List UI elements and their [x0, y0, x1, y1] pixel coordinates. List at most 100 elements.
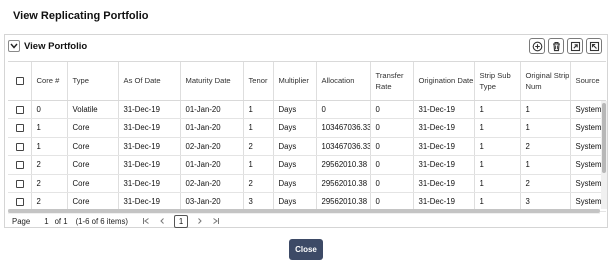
select-all-checkbox[interactable] [16, 77, 24, 86]
table-cell: 103467036.33 [316, 137, 371, 156]
table-cell: Days [273, 118, 317, 138]
vertical-scrollbar[interactable] [601, 101, 607, 209]
column-header[interactable]: Strip Sub Type [474, 62, 521, 101]
horizontal-scrollbar[interactable] [8, 209, 600, 214]
table-cell: 1 [520, 118, 571, 138]
row-checkbox-cell[interactable] [8, 137, 32, 156]
row-checkbox[interactable] [16, 105, 24, 114]
table-cell: 01-Jan-20 [180, 155, 244, 175]
column-header[interactable]: Source [570, 62, 606, 101]
table-row[interactable]: 2 Core 31-Dec-19 02-Jan-20 2 Days 29562010.38 0… [8, 174, 606, 193]
table-row[interactable]: 1 Core 31-Dec-19 01-Jan-20 1 Days 103467036.33… [8, 118, 606, 138]
page-navigation: 1 [142, 214, 220, 228]
column-header[interactable]: Type [67, 62, 119, 101]
replicating-portfolio-dialog: View Replicating Portfolio View Portfoli… [0, 0, 610, 273]
table-cell: 1 [31, 118, 68, 138]
table-cell: 0 [370, 155, 414, 175]
table-cell: 0 [316, 100, 371, 119]
table-cell: 29562010.38 [316, 155, 371, 175]
view-portfolio-panel: View Portfolio Core # Type As Of Date Ma… [4, 34, 608, 228]
table-cell: 31-Dec-19 [118, 100, 181, 119]
row-checkbox[interactable] [16, 198, 24, 207]
expand-icon [589, 41, 599, 51]
add-button[interactable] [529, 38, 545, 54]
current-page-button[interactable]: 1 [174, 214, 189, 228]
delete-icon [552, 41, 560, 51]
table-cell: 2 [243, 137, 274, 156]
table-cell: 02-Jan-20 [180, 137, 244, 156]
column-header[interactable]: As Of Date [118, 62, 181, 101]
table-cell: 0 [370, 118, 414, 138]
table-cell: 31-Dec-19 [413, 174, 475, 193]
page-number-input[interactable]: 1 [44, 217, 48, 226]
table-cell: 01-Jan-20 [180, 100, 244, 119]
page-label: Page [12, 216, 31, 226]
table-cell: 2 [31, 174, 68, 193]
panel-title: View Portfolio [24, 41, 88, 52]
table-cell: 0 [370, 100, 414, 119]
first-page-icon[interactable] [142, 217, 150, 225]
table-cell: Core [67, 137, 119, 156]
column-header[interactable]: Maturity Date [180, 62, 244, 101]
dialog-title: View Replicating Portfolio [13, 10, 149, 22]
row-checkbox[interactable] [16, 124, 24, 133]
horizontal-scroll-thumb[interactable] [8, 209, 600, 213]
dialog-header: View Replicating Portfolio [0, 0, 610, 34]
collapse-toggle-button[interactable] [8, 40, 20, 52]
table-cell: 31-Dec-19 [118, 174, 181, 193]
vertical-scroll-thumb[interactable] [602, 103, 606, 173]
column-header[interactable]: Original Strip Num [520, 62, 571, 101]
table-cell: 1 [520, 100, 571, 119]
row-checkbox[interactable] [16, 142, 24, 151]
expand-button[interactable] [586, 38, 602, 54]
delete-button[interactable] [548, 38, 564, 54]
column-header[interactable]: Tenor [243, 62, 274, 101]
column-header[interactable]: Allocation [316, 62, 371, 101]
table-cell: 1 [520, 155, 571, 175]
row-checkbox-cell[interactable] [8, 100, 32, 119]
column-header[interactable]: Core # [31, 62, 68, 101]
table-cell: 1 [474, 155, 521, 175]
column-header[interactable]: Origination Date [413, 62, 475, 101]
add-icon [532, 41, 542, 51]
next-page-icon[interactable] [197, 217, 203, 225]
table-cell: 1 [243, 100, 274, 119]
previous-page-icon[interactable] [159, 217, 165, 225]
table-cell: Days [273, 174, 317, 193]
table-cell: 1 [31, 137, 68, 156]
table-cell: Core [67, 155, 119, 175]
row-checkbox[interactable] [16, 161, 24, 170]
last-page-icon[interactable] [212, 217, 220, 225]
table-cell: 31-Dec-19 [118, 118, 181, 138]
table-cell: 2 [31, 155, 68, 175]
table-header-row: Core # Type As Of Date Maturity Date Ten… [8, 62, 606, 101]
table-cell: 31-Dec-19 [413, 118, 475, 138]
row-checkbox-cell[interactable] [8, 118, 32, 138]
row-checkbox-cell[interactable] [8, 155, 32, 175]
table-cell: 1 [474, 118, 521, 138]
table-row[interactable]: 2 Core 31-Dec-19 01-Jan-20 1 Days 29562010.38 0… [8, 155, 606, 175]
select-all-checkbox-cell[interactable] [8, 62, 32, 101]
table-cell: 1 [474, 174, 521, 193]
table-cell: Days [273, 137, 317, 156]
panel-toolbar [529, 38, 602, 54]
column-header[interactable]: Multiplier [273, 62, 317, 101]
table-row[interactable]: 0 Volatile 31-Dec-19 01-Jan-20 1 Days 0 0 31-Dec… [8, 100, 606, 119]
column-header[interactable]: Transfer Rate [370, 62, 414, 101]
table-row[interactable]: 1 Core 31-Dec-19 02-Jan-20 2 Days 103467036.33… [8, 137, 606, 156]
chevron-down-icon [10, 43, 18, 49]
table-cell: 1 [474, 100, 521, 119]
items-range-label: (1-6 of 6 items) [75, 216, 129, 226]
table-cell: Volatile [67, 100, 119, 119]
table-cell: Days [273, 100, 317, 119]
table-cell: 31-Dec-19 [413, 137, 475, 156]
row-checkbox[interactable] [16, 179, 24, 188]
close-button[interactable]: Close [289, 239, 323, 260]
export-button[interactable] [567, 38, 583, 54]
table-cell: 1 [243, 155, 274, 175]
table-cell: 31-Dec-19 [413, 155, 475, 175]
row-checkbox-cell[interactable] [8, 174, 32, 193]
table-cell: Core [67, 174, 119, 193]
table-cell: 0 [370, 174, 414, 193]
panel-header: View Portfolio [5, 35, 607, 57]
